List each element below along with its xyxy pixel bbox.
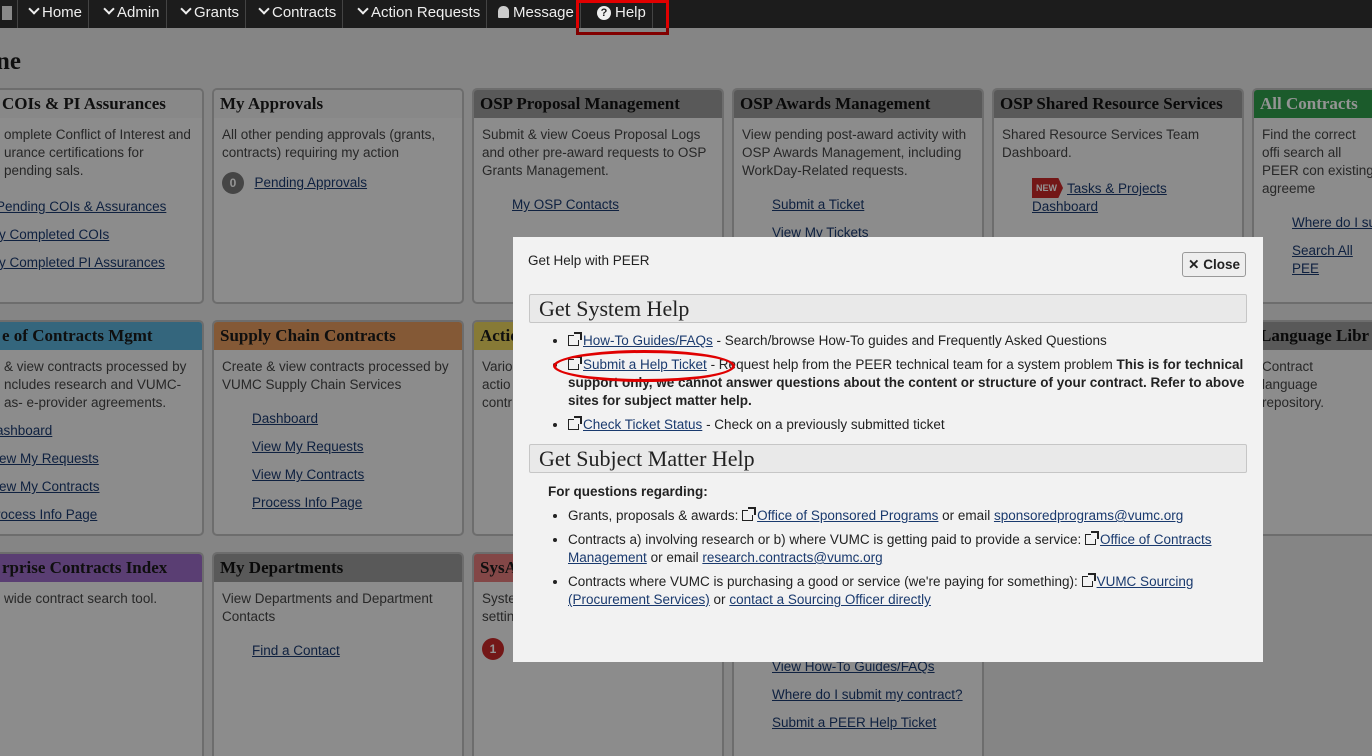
- system-help-list: How-To Guides/FAQs - Search/browse How-T…: [568, 332, 1248, 440]
- external-link-icon: [568, 332, 582, 346]
- nav-contracts[interactable]: Contracts: [252, 0, 344, 28]
- app-logo-icon[interactable]: [0, 0, 18, 28]
- subject-help-intro: For questions regarding:: [548, 484, 708, 499]
- link-contact-sourcing-officer[interactable]: contact a Sourcing Officer directly: [729, 592, 931, 607]
- close-icon: ✕: [1188, 257, 1200, 272]
- list-item: How-To Guides/FAQs - Search/browse How-T…: [568, 332, 1248, 350]
- help-modal: Get Help with PEER ✕ Close Get System He…: [513, 237, 1263, 662]
- nav-messages[interactable]: Message: [492, 0, 581, 28]
- ticket-highlight-oval: [553, 350, 735, 382]
- chevron-down-icon: [180, 3, 192, 15]
- nav-action-requests[interactable]: Action Requests: [351, 0, 488, 28]
- chevron-down-icon: [28, 3, 40, 15]
- chevron-down-icon: [103, 3, 115, 15]
- top-navigation: Home Admin Grants Contracts Action Reque…: [0, 0, 1372, 28]
- subject-help-list: Grants, proposals & awards: Office of Sp…: [568, 507, 1228, 615]
- link-office-sponsored-programs[interactable]: Office of Sponsored Programs: [757, 508, 938, 523]
- link-howto-guides[interactable]: How-To Guides/FAQs: [583, 333, 713, 348]
- nav-admin[interactable]: Admin: [97, 0, 167, 28]
- external-link-icon: [1081, 573, 1096, 587]
- link-email-sponsored-programs[interactable]: sponsoredprograms@vumc.org: [994, 508, 1183, 523]
- modal-title: Get Help with PEER: [528, 253, 650, 268]
- nav-grants[interactable]: Grants: [174, 0, 247, 28]
- list-item: Check Ticket Status - Check on a previou…: [568, 416, 1248, 434]
- external-link-icon: [742, 507, 757, 521]
- external-link-icon: [568, 416, 582, 430]
- subject-help-heading: Get Subject Matter Help: [529, 444, 1247, 473]
- list-item: Grants, proposals & awards: Office of Sp…: [568, 507, 1228, 525]
- system-help-heading: Get System Help: [529, 294, 1247, 323]
- external-link-icon: [1084, 531, 1099, 545]
- list-item: Contracts where VUMC is purchasing a goo…: [568, 573, 1228, 609]
- close-button[interactable]: ✕ Close: [1182, 252, 1246, 277]
- nav-home[interactable]: Home: [22, 0, 90, 28]
- link-email-research-contracts[interactable]: research.contracts@vumc.org: [702, 550, 882, 565]
- list-item: Contracts a) involving research or b) wh…: [568, 531, 1228, 567]
- bell-icon: [498, 6, 509, 18]
- chevron-down-icon: [357, 3, 369, 15]
- link-check-ticket-status[interactable]: Check Ticket Status: [583, 417, 702, 432]
- chevron-down-icon: [258, 3, 270, 15]
